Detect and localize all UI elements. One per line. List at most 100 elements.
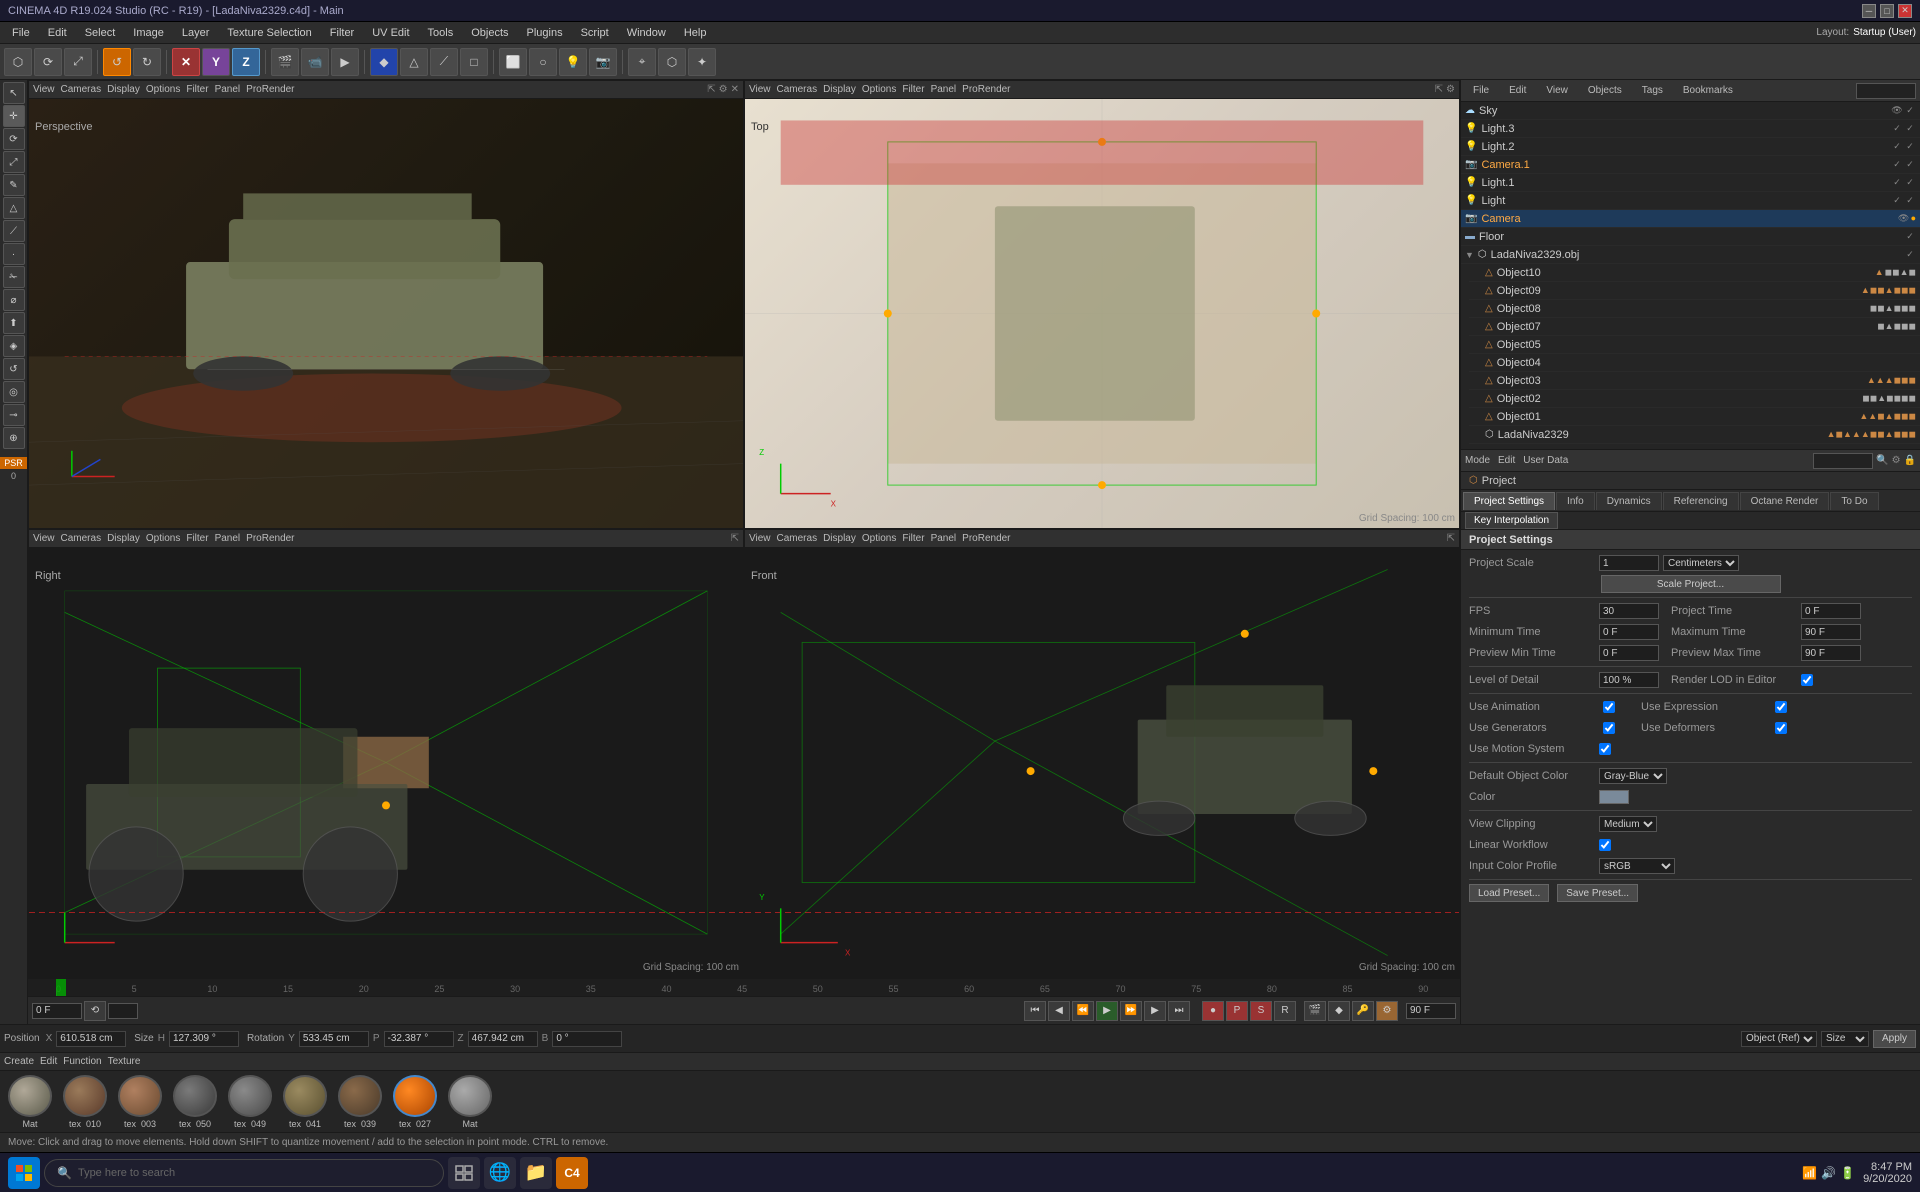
om-tab-bookmarks[interactable]: Bookmarks [1675,83,1741,98]
vp-options-menu[interactable]: Options [146,84,180,95]
left-tool-select[interactable]: ↖ [3,82,25,104]
attr-tab-todo[interactable]: To Do [1830,492,1878,510]
project-time-input[interactable] [1801,603,1861,619]
object-row-obj09[interactable]: △ Object09 ▲◼◼▲◼◼◼ [1469,282,1920,300]
tool-xpresso[interactable]: ✦ [688,48,716,76]
vp-view-menu[interactable]: View [33,84,55,95]
tool-points[interactable]: △ [400,48,428,76]
left-tool-paint[interactable]: ✎ [3,174,25,196]
anim-record-pos[interactable]: P [1226,1001,1248,1021]
tool-x[interactable]: ✕ [172,48,200,76]
vp-filter-menu[interactable]: Filter [186,84,208,95]
menu-image[interactable]: Image [125,25,172,41]
vp-right-options[interactable]: Options [146,533,180,544]
vp-icon-maximize[interactable]: ⇱ [707,84,715,95]
viewport-top-content[interactable]: Top [745,99,1459,528]
object-row-obj02[interactable]: △ Object02 ◼◼▲◼◼◼◼ [1469,390,1920,408]
vp-icon-close[interactable]: ✕ [731,84,739,95]
attr-mode-userdata[interactable]: User Data [1523,455,1568,466]
menu-tools[interactable]: Tools [420,25,462,41]
color-swatch[interactable] [1599,790,1629,804]
material-item-tex003[interactable]: tex_003 [114,1075,166,1128]
taskbar-edge[interactable]: 🌐 [484,1157,516,1189]
vp-top-view[interactable]: View [749,84,771,95]
vp-right-maximize[interactable]: ⇱ [731,533,739,544]
coord-y-input[interactable] [299,1031,369,1047]
light3-check[interactable]: ✓ [1904,123,1916,134]
sys-icon-volume[interactable]: 🔊 [1821,1166,1836,1180]
material-item-tex010[interactable]: tex_010 [59,1075,111,1128]
anim-auto-key[interactable]: 🔑 [1352,1001,1374,1021]
vp-front-display[interactable]: Display [823,533,856,544]
attr-mode-edit[interactable]: Edit [1498,455,1515,466]
object-row-camera[interactable]: 📷 Camera 👁 ● [1461,210,1920,228]
object-row-obj08[interactable]: △ Object08 ◼◼▲◼◼◼ [1469,300,1920,318]
om-search-input[interactable] [1856,83,1916,99]
object-row-light1[interactable]: 💡 Light.1 ✓ ✓ [1461,174,1920,192]
om-tab-tags[interactable]: Tags [1634,83,1671,98]
ladaniva-vis[interactable]: ✓ [1904,249,1916,260]
om-tab-objects[interactable]: Objects [1580,83,1630,98]
vp-right-panel[interactable]: Panel [215,533,241,544]
anim-goto-start[interactable]: ⏮ [1024,1001,1046,1021]
coord-x-input[interactable] [56,1031,126,1047]
object-row-light3[interactable]: 💡 Light.3 ✓ ✓ [1461,120,1920,138]
mat-menu-create[interactable]: Create [4,1056,34,1067]
vp-top-maximize[interactable]: ⇱ [1435,84,1443,95]
tool-scale[interactable]: ⤢ [64,48,92,76]
vp-top-display[interactable]: Display [823,84,856,95]
taskbar-explorer[interactable]: 📁 [520,1157,552,1189]
left-tool-measure[interactable]: ⊸ [3,404,25,426]
size-h-input[interactable] [169,1031,239,1047]
timeline-start-marker[interactable] [56,979,66,996]
load-preset-button[interactable]: Load Preset... [1469,884,1549,902]
vp-prorender-menu[interactable]: ProRender [246,84,294,95]
vp-front-cameras[interactable]: Cameras [777,533,818,544]
fps-input[interactable] [1599,603,1659,619]
anim-speed-input[interactable] [108,1003,138,1019]
anim-key-options[interactable]: ⚙ [1376,1001,1398,1021]
viewport-right[interactable]: View Cameras Display Options Filter Pane… [28,529,744,978]
use-expression-checkbox[interactable] [1775,701,1787,713]
vp-icon-settings[interactable]: ⚙ [719,84,728,95]
object-row-obj01[interactable]: △ Object01 ▲▲◼▲◼◼◼ [1469,408,1920,426]
material-item-mat1[interactable]: Mat [4,1075,56,1128]
floor-vis[interactable]: ✓ [1904,231,1916,242]
sys-icon-network[interactable]: 📶 [1802,1166,1817,1180]
left-tool-loop[interactable]: ↺ [3,358,25,380]
taskbar-search[interactable]: 🔍 Type here to search [44,1159,444,1187]
light-check[interactable]: ✓ [1904,195,1916,206]
menu-filter[interactable]: Filter [322,25,362,41]
menu-file[interactable]: File [4,25,38,41]
use-deformers-checkbox[interactable] [1775,722,1787,734]
object-row-obj03[interactable]: △ Object03 ▲▲▲◼◼◼ [1469,372,1920,390]
vp-front-filter[interactable]: Filter [902,533,924,544]
object-row-camera1[interactable]: 📷 Camera.1 ✓ ✓ [1461,156,1920,174]
menu-select[interactable]: Select [77,25,124,41]
object-row-obj10[interactable]: △ Object10 ▲ ◼◼▲◼ [1469,264,1920,282]
scale-project-button[interactable]: Scale Project... [1601,575,1781,593]
project-scale-input[interactable] [1599,555,1659,571]
layout-value[interactable]: Startup (User) [1853,27,1916,38]
left-tool-extrude[interactable]: ⬆ [3,312,25,334]
anim-loop-toggle[interactable]: ⟲ [84,1001,106,1021]
material-item-tex049[interactable]: tex_049 [224,1075,276,1128]
light-vis[interactable]: ✓ [1891,195,1903,206]
vp-top-panel[interactable]: Panel [931,84,957,95]
om-tab-edit[interactable]: Edit [1501,83,1534,98]
left-tool-poly[interactable]: △ [3,197,25,219]
vp-right-filter[interactable]: Filter [186,533,208,544]
coord-size-select[interactable]: Size Scale [1821,1031,1869,1047]
attr-settings-icon[interactable]: ⚙ [1892,455,1901,466]
material-item-tex050[interactable]: tex_050 [169,1075,221,1128]
light2-vis[interactable]: ✓ [1891,141,1903,152]
attr-tab-referencing[interactable]: Referencing [1663,492,1739,510]
taskbar-taskview[interactable] [448,1157,480,1189]
mat-menu-texture[interactable]: Texture [108,1056,141,1067]
sys-icon-battery[interactable]: 🔋 [1840,1166,1855,1180]
left-tool-edge[interactable]: ⟋ [3,220,25,242]
viewport-front-content[interactable]: Front [745,548,1459,977]
sys-time[interactable]: 8:47 PM 9/20/2020 [1863,1161,1912,1185]
viewport-right-content[interactable]: Right [29,548,743,977]
tool-edges[interactable]: ⟋ [430,48,458,76]
